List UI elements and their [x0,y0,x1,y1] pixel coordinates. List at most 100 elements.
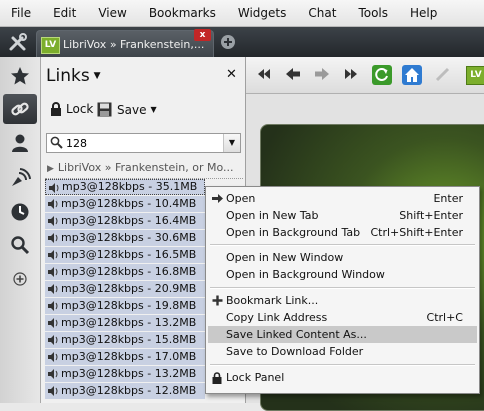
link-item[interactable]: mp3@128kbps - 20.9MB [45,281,205,297]
menu-item-open-background-window[interactable]: Open in Background Window [208,266,477,283]
link-item[interactable]: mp3@128kbps - 19.8MB [45,298,205,314]
menu-item-label: Open in Background Window [226,268,385,281]
speaker-icon [48,267,58,277]
link-group-label: LibriVox » Frankenstein, or Mo... [57,161,234,174]
link-item[interactable]: mp3@128kbps - 16.8MB [45,264,205,280]
menu-item-save-to-download-folder[interactable]: Save to Download Folder [208,343,477,360]
lock-icon [51,102,61,116]
librivox-favicon: LV [41,37,60,54]
link-item[interactable]: mp3@128kbps - 13.2MB [45,366,205,382]
link-label: mp3@128kbps - 16.4MB [61,214,197,227]
menu-separator [210,244,475,246]
speaker-icon [48,386,58,396]
caret-down-icon: ▼ [150,105,157,114]
new-tab-icon[interactable] [220,34,236,50]
menu-item-shortcut: Ctrl+C [426,311,463,324]
menu-item-shortcut: Ctrl+Shift+Enter [370,226,463,239]
plus-icon [212,295,223,306]
filter-field[interactable]: ▼ [46,133,241,153]
menu-item-label: Bookmark Link... [226,294,319,307]
links-panel-icon[interactable] [3,94,37,124]
feeds-panel-icon[interactable] [3,163,37,193]
edit-icon[interactable] [434,65,452,83]
link-item[interactable]: mp3@128kbps - 10.4MB [45,196,205,212]
link-group-row[interactable]: ▶ LibriVox » Frankenstein, or Mo... [45,161,243,179]
expand-triangle-icon[interactable]: ▶ [47,164,54,174]
tab-close-icon[interactable]: x [194,29,211,41]
link-label: mp3@128kbps - 16.5MB [61,248,197,261]
menu-view[interactable]: View [86,6,136,20]
panel-close-icon[interactable]: ✕ [226,67,237,82]
link-item[interactable]: mp3@128kbps - 12.8MB [45,383,205,399]
menu-item-label: Copy Link Address [226,311,328,324]
menu-chat[interactable]: Chat [296,6,346,20]
link-item[interactable]: mp3@128kbps - 16.5MB [45,247,205,263]
search-panel-icon[interactable] [3,230,37,260]
link-item[interactable]: mp3@128kbps - 17.0MB [45,349,205,365]
link-item[interactable]: mp3@128kbps - 15.8MB [45,332,205,348]
link-label: mp3@128kbps - 12.8MB [61,384,197,397]
menu-edit[interactable]: Edit [41,6,86,20]
menu-item-open[interactable]: Open Enter [208,190,477,207]
menu-bookmarks[interactable]: Bookmarks [137,6,226,20]
lock-icon [212,372,222,384]
menu-item-label: Open in Background Tab [226,226,361,239]
search-icon [50,136,63,149]
menu-item-label: Lock Panel [226,371,285,384]
save-button[interactable]: Save ▼ [97,102,157,117]
link-label: mp3@128kbps - 13.2MB [61,316,197,329]
speaker-icon [48,369,58,379]
lock-button[interactable]: Lock [50,102,93,116]
menu-item-shortcut: Enter [433,192,463,205]
menu-separator [210,364,475,366]
link-item[interactable]: mp3@128kbps - 13.2MB [45,315,205,331]
menu-item-open-background-tab[interactable]: Open in Background Tab Ctrl+Shift+Enter [208,224,477,241]
home-icon[interactable] [402,65,422,85]
menu-item-bookmark-link[interactable]: Bookmark Link... [208,292,477,309]
menu-separator [210,287,475,289]
menu-item-lock-panel[interactable]: Lock Panel [208,369,477,386]
speaker-icon [48,216,58,226]
menu-item-label: Open [226,192,256,205]
bookmarks-panel-icon[interactable] [3,61,37,91]
panel-switcher [0,57,41,403]
speaker-icon [48,284,58,294]
menu-bar: File Edit View Bookmarks Widgets Chat To… [0,0,484,27]
menu-help[interactable]: Help [398,6,447,20]
menu-file[interactable]: File [0,6,41,20]
link-label: mp3@128kbps - 30.6MB [61,231,197,244]
tab-bar: LV LibriVox » Frankenstein,... x [0,27,484,57]
tools-icon[interactable] [7,32,29,54]
link-item[interactable]: mp3@128kbps - 16.4MB [45,213,205,229]
save-label: Save [117,102,147,117]
back-icon[interactable] [284,65,302,83]
menu-item-copy-link-address[interactable]: Copy Link Address Ctrl+C [208,309,477,326]
fast-forward-icon[interactable] [342,65,360,83]
save-icon [97,102,112,117]
forward-icon[interactable] [313,65,331,83]
tab-librivox[interactable]: LV LibriVox » Frankenstein,... x [36,29,214,57]
history-panel-icon[interactable] [3,197,37,227]
menu-item-open-new-tab[interactable]: Open in New Tab Shift+Enter [208,207,477,224]
lock-label: Lock [66,102,94,116]
filter-input[interactable] [66,135,216,151]
menu-item-label: Save to Download Folder [226,345,364,358]
filter-dropdown-icon[interactable]: ▼ [223,134,240,152]
menu-tools[interactable]: Tools [346,6,398,20]
navigation-bar: LV [246,57,484,94]
link-label: mp3@128kbps - 35.1MB [62,180,198,193]
contacts-panel-icon[interactable] [3,128,37,158]
link-label: mp3@128kbps - 19.8MB [61,299,197,312]
link-item[interactable]: mp3@128kbps - 35.1MB [45,179,205,195]
menu-item-open-new-window[interactable]: Open in New Window [208,249,477,266]
rewind-icon[interactable] [255,65,273,83]
menu-widgets[interactable]: Widgets [226,6,297,20]
add-panel-icon[interactable] [3,264,37,294]
panel-title[interactable]: Links ▼ [46,66,101,86]
context-menu: Open Enter Open in New Tab Shift+Enter O… [205,186,480,394]
menu-item-shortcut: Shift+Enter [399,209,463,222]
reload-icon[interactable] [372,65,392,85]
tab-title: LibriVox » Frankenstein,... [63,38,205,51]
link-item[interactable]: mp3@128kbps - 30.6MB [45,230,205,246]
menu-item-save-linked-content[interactable]: Save Linked Content As... [208,326,477,343]
